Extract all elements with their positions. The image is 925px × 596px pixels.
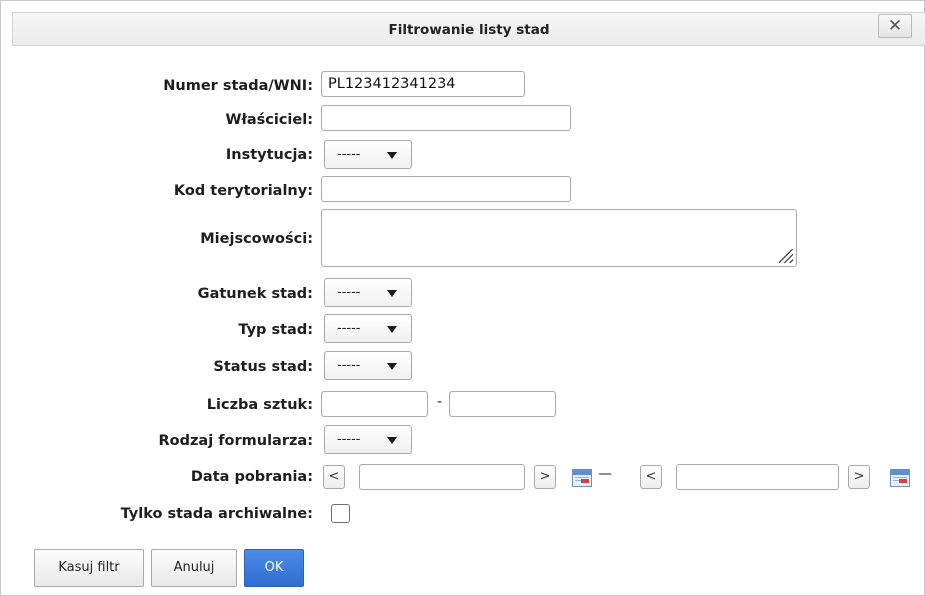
head-count-separator: - [437, 394, 443, 410]
head-count-from-input[interactable] [321, 391, 428, 417]
dialog-title-bar: Filtrowanie listy stad [12, 12, 925, 46]
chevron-down-icon [387, 363, 397, 370]
territorial-code-label: Kod terytorialny: [173, 183, 313, 199]
localities-label: Miejscowości: [200, 231, 313, 247]
herd-number-input[interactable]: PL123412341234 [321, 71, 525, 97]
calendar-icon[interactable] [890, 469, 910, 487]
herd-status-select[interactable]: ----- [324, 351, 412, 380]
date-from-prev-button[interactable]: < [323, 465, 345, 489]
archived-only-checkbox[interactable] [331, 504, 350, 523]
institution-selected-value: ----- [337, 147, 361, 162]
chevron-down-icon [387, 152, 397, 159]
head-count-to-input[interactable] [449, 391, 556, 417]
owner-label: Właściciel: [225, 112, 313, 128]
herd-species-select[interactable]: ----- [324, 278, 412, 307]
form-type-select[interactable]: ----- [324, 425, 412, 454]
date-from-input[interactable] [359, 464, 525, 490]
herd-species-selected-value: ----- [337, 285, 361, 300]
close-button[interactable]: ✕ [878, 14, 912, 38]
date-from-next-button[interactable]: > [534, 465, 556, 489]
filter-dialog: Filtrowanie listy stad ✕ Numer stada/WNI… [0, 0, 925, 596]
herd-species-label: Gatunek stad: [197, 286, 313, 302]
herd-status-label: Status stad: [213, 359, 313, 375]
calendar-icon[interactable] [572, 469, 592, 487]
chevron-down-icon [387, 437, 397, 444]
resize-grip-icon[interactable] [779, 249, 793, 263]
close-icon: ✕ [887, 16, 903, 36]
form-type-label: Rodzaj formularza: [158, 433, 313, 449]
herd-type-selected-value: ----- [337, 321, 361, 336]
date-to-prev-button[interactable]: < [640, 465, 662, 489]
archived-only-label: Tylko stada archiwalne: [120, 506, 313, 522]
territorial-code-input[interactable] [321, 176, 571, 202]
chevron-down-icon [387, 290, 397, 297]
date-to-next-button[interactable]: > [848, 465, 870, 489]
owner-input[interactable] [321, 105, 571, 131]
form-type-selected-value: ----- [337, 432, 361, 447]
date-range-separator: — [598, 466, 612, 482]
herd-type-select[interactable]: ----- [324, 314, 412, 343]
head-count-label: Liczba sztuk: [206, 397, 313, 413]
dialog-title: Filtrowanie listy stad [388, 22, 550, 38]
localities-textarea[interactable] [321, 209, 797, 267]
herd-type-label: Typ stad: [238, 322, 313, 338]
chevron-down-icon [387, 326, 397, 333]
herd-number-label: Numer stada/WNI: [163, 78, 313, 94]
cancel-button[interactable]: Anuluj [151, 549, 237, 587]
institution-select[interactable]: ----- [324, 140, 412, 169]
institution-label: Instytucja: [225, 147, 313, 163]
date-to-input[interactable] [676, 464, 839, 490]
download-date-label: Data pobrania: [190, 469, 313, 485]
clear-filter-button[interactable]: Kasuj filtr [34, 549, 144, 587]
ok-button[interactable]: OK [244, 549, 304, 587]
herd-status-selected-value: ----- [337, 358, 361, 373]
